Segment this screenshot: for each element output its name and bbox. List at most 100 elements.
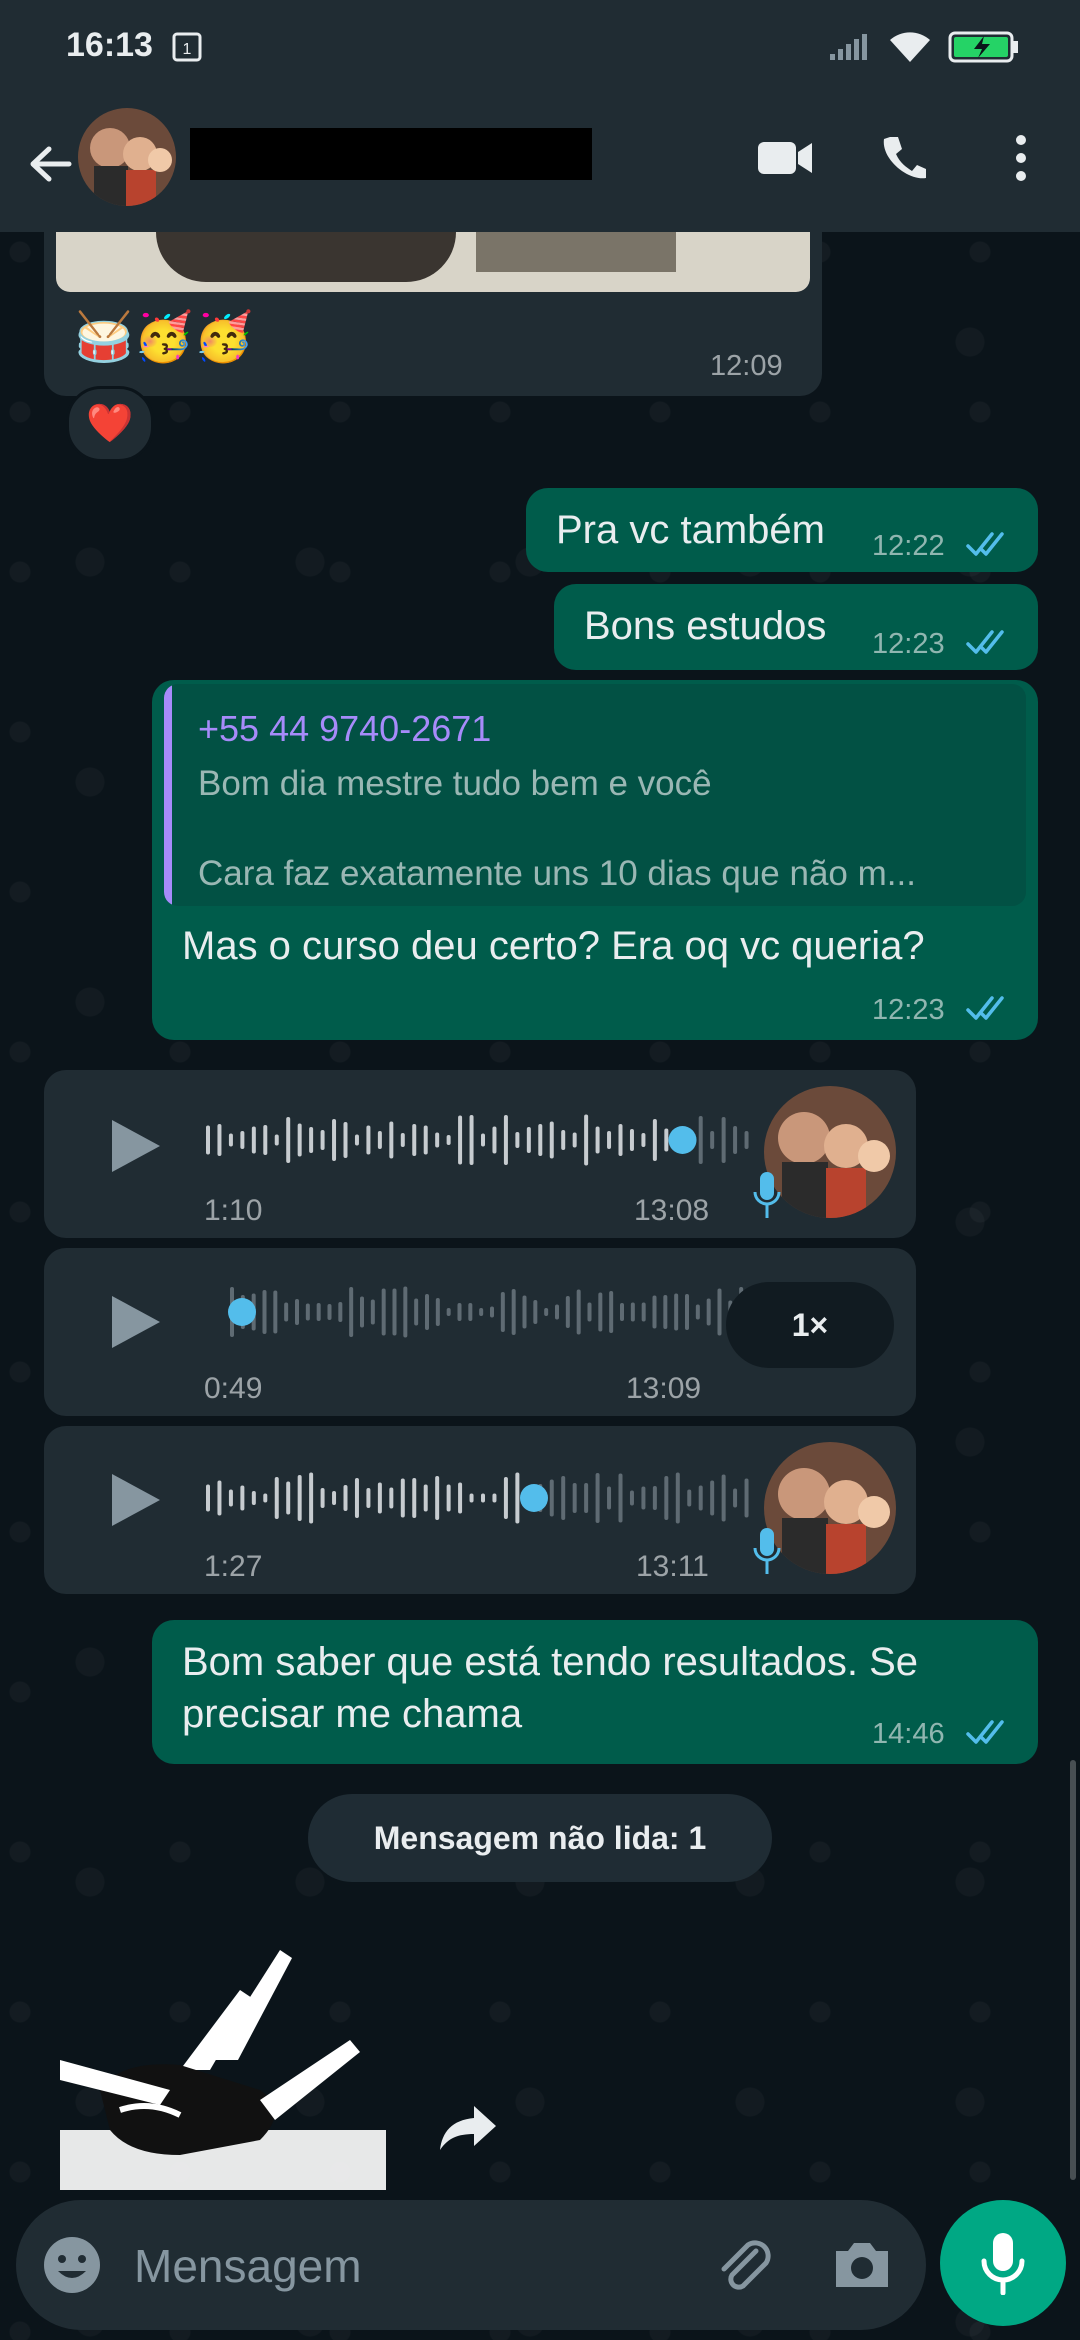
- contact-avatar[interactable]: [78, 108, 176, 206]
- waveform-bar: [423, 1125, 428, 1155]
- waveform-bar: [425, 1294, 429, 1330]
- message-text-line1: Bom saber que está tendo resultados. Se: [182, 1640, 919, 1684]
- mic-icon: [753, 1172, 781, 1218]
- waveform-bar: [468, 1303, 473, 1321]
- waveform-bar: [538, 1124, 543, 1156]
- waveform-bar: [274, 1134, 279, 1146]
- camera-icon[interactable]: [830, 2233, 894, 2297]
- more-options-button[interactable]: [962, 108, 1080, 208]
- contact-name-redacted[interactable]: [190, 128, 592, 180]
- waveform-bar: [595, 1126, 600, 1154]
- waveform-bar: [469, 1115, 474, 1165]
- play-button[interactable]: [94, 1106, 174, 1186]
- scrollbar[interactable]: [1070, 1760, 1076, 2180]
- play-button[interactable]: [94, 1282, 174, 1362]
- waveform-bar: [500, 1292, 505, 1332]
- waveform-bar: [481, 1493, 485, 1503]
- waveform-bar: [366, 1488, 371, 1508]
- emoji-icon[interactable]: [40, 2233, 104, 2297]
- waveform-bar: [228, 1489, 233, 1507]
- waveform-bar: [360, 1296, 364, 1328]
- waveform-bar: [309, 1472, 314, 1524]
- waveform-bar: [332, 1119, 337, 1161]
- waveform-bar: [555, 1304, 559, 1320]
- waveform-bar: [403, 1286, 408, 1338]
- waveform-bar: [458, 1115, 463, 1165]
- waveform-bar: [295, 1299, 299, 1325]
- read-ticks-icon: [966, 996, 1004, 1020]
- waveform-bar: [685, 1294, 689, 1330]
- message-time: 14:46: [872, 1718, 945, 1750]
- waveform-bar: [297, 1123, 302, 1157]
- back-button[interactable]: [18, 132, 82, 196]
- waveform-bar: [549, 1121, 554, 1159]
- waveform-bar: [217, 1480, 222, 1516]
- waveform-bar: [733, 1126, 738, 1154]
- play-button[interactable]: [94, 1460, 174, 1540]
- waveform-bar: [251, 1126, 256, 1154]
- waveform-bar: [206, 1484, 210, 1512]
- waveform-bar: [446, 1308, 451, 1316]
- read-ticks-icon: [966, 532, 1004, 556]
- waveform-bar: [332, 1491, 337, 1505]
- outgoing-message[interactable]: Bons estudos 12:23: [554, 584, 1038, 670]
- voice-call-button[interactable]: [844, 108, 962, 208]
- message-time: 13:09: [626, 1372, 702, 1405]
- waveform-bar: [446, 1484, 451, 1512]
- status-time: 16:13: [66, 26, 153, 64]
- mic-icon: [753, 1528, 781, 1574]
- waveform-bar: [733, 1488, 738, 1508]
- image-thumbnail[interactable]: [56, 232, 810, 292]
- waveform-bar: [544, 1308, 549, 1316]
- read-ticks-icon: [966, 1720, 1004, 1744]
- waveform-bar: [674, 1293, 679, 1331]
- image-message[interactable]: 🥁🥳🥳 12:09: [44, 232, 822, 396]
- waveform-bar: [262, 1290, 267, 1334]
- waveform-bar: [629, 1129, 634, 1151]
- sticker-message[interactable]: [60, 1940, 386, 2190]
- waveform-bar: [503, 1477, 508, 1519]
- waveform-bar: [412, 1478, 417, 1518]
- waveform[interactable]: [204, 1110, 754, 1170]
- waveform-bar: [251, 1491, 256, 1505]
- waveform-bar: [652, 1295, 657, 1329]
- waveform-bar: [584, 1114, 589, 1166]
- waveform-bar: [435, 1298, 440, 1326]
- reaction-badge[interactable]: ❤️: [66, 386, 154, 462]
- waveform-bar: [297, 1475, 302, 1521]
- waveform-bar: [414, 1298, 419, 1326]
- waveform-bar: [240, 1485, 245, 1511]
- playback-speed-button[interactable]: 1×: [726, 1282, 894, 1368]
- waveform-bar: [412, 1124, 417, 1156]
- waveform-bar: [327, 1304, 332, 1320]
- waveform[interactable]: [228, 1282, 748, 1342]
- waveform-bar: [400, 1478, 405, 1518]
- waveform-bar: [572, 1483, 577, 1513]
- quoted-message[interactable]: +55 44 9740-2671 Bom dia mestre tudo bem…: [164, 684, 1026, 906]
- voice-record-button[interactable]: [940, 2200, 1066, 2326]
- waveform-bar: [522, 1295, 527, 1329]
- waveform-bar: [338, 1302, 343, 1322]
- waveform-bar: [710, 1131, 715, 1149]
- forward-button[interactable]: [428, 2092, 508, 2162]
- message-text: Bons estudos: [584, 604, 827, 648]
- outgoing-message[interactable]: Pra vc também 12:22: [526, 488, 1038, 572]
- message-composer: [16, 2200, 926, 2330]
- attach-icon[interactable]: [712, 2233, 776, 2297]
- video-call-button[interactable]: [726, 108, 844, 208]
- waveform-playhead: [668, 1126, 697, 1154]
- notification-badge: 1: [183, 41, 192, 58]
- sticker-image: [60, 1950, 386, 2190]
- message-input[interactable]: [132, 2230, 696, 2302]
- waveform[interactable]: [204, 1468, 754, 1528]
- waveform-bar: [284, 1302, 289, 1322]
- outgoing-message[interactable]: Bom saber que está tendo resultados. Se …: [152, 1620, 1038, 1764]
- waveform-bar: [423, 1484, 428, 1512]
- quote-text-line1: Bom dia mestre tudo bem e você: [198, 764, 712, 803]
- heart-reaction: ❤️: [86, 403, 134, 445]
- back-arrow-icon: [30, 146, 72, 182]
- mic-icon: [981, 2233, 1025, 2295]
- waveform-bar: [446, 1135, 451, 1145]
- waveform-bar: [458, 1482, 463, 1514]
- waveform-bar: [490, 1306, 494, 1318]
